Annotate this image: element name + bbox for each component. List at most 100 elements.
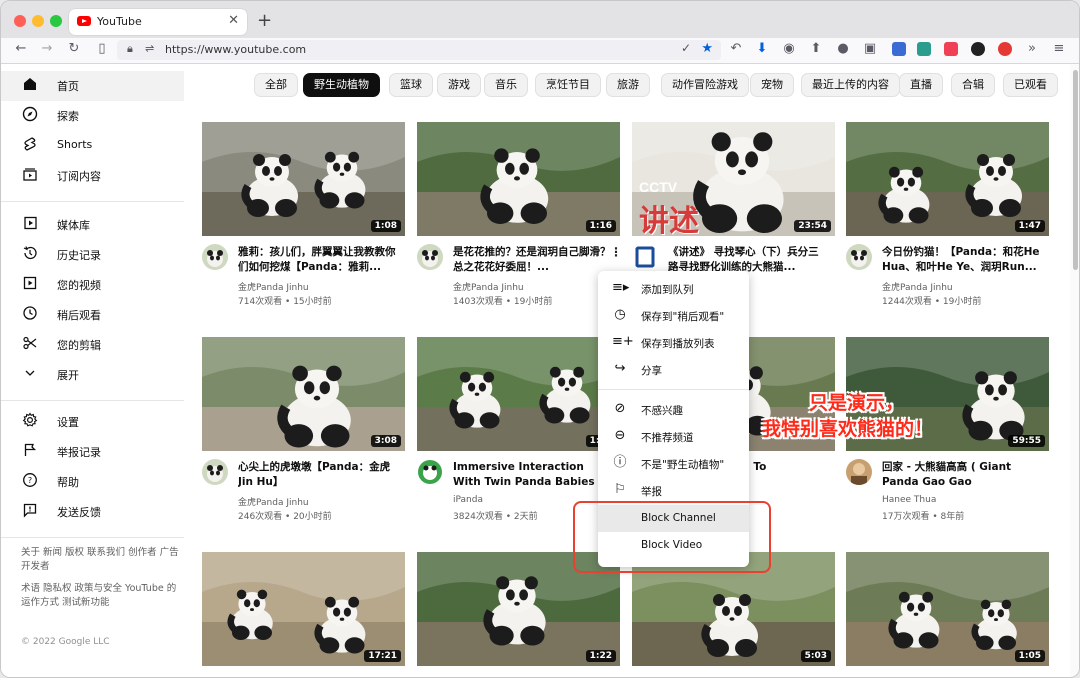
sidebar-item-shorts[interactable]: Shorts [1,131,184,161]
video-thumbnail[interactable]: 1:09 [417,337,620,451]
channel-name[interactable]: iPanda [453,495,483,505]
forward-icon[interactable]: → [38,41,56,56]
filter-chip[interactable]: 已观看 [1003,73,1058,97]
zoom-window-button[interactable] [50,15,62,27]
save-ext-icon[interactable] [917,42,931,56]
sidebar-item-report-history[interactable]: 举报记录 [1,437,184,467]
circle-ext-icon[interactable]: ● [834,41,852,56]
filter-chip[interactable]: 烹饪节目 [535,73,601,97]
video-title[interactable]: Immersive Interaction With Twin Panda Ba… [453,460,613,490]
video-thumbnail[interactable]: 1:05 [846,552,1049,666]
channel-avatar[interactable] [846,459,872,485]
sidebar-item-feedback[interactable]: 发送反馈 [1,497,184,527]
sidebar-item-your-videos[interactable]: 您的视频 [1,270,184,300]
history-back-icon[interactable]: ↶ [727,41,745,56]
video-title[interactable]: 今日份钓猫！【Panda：和花He Hua、和叶He Ye、润玥Run... [882,245,1042,275]
channel-avatar[interactable] [202,459,228,485]
overflow-chevrons-icon[interactable]: » [1023,41,1041,56]
scrollbar-thumb[interactable] [1073,70,1078,270]
sidebar-label: 您的剪辑 [57,339,101,352]
pocket-icon[interactable] [944,42,958,56]
close-window-button[interactable] [14,15,26,27]
channel-avatar[interactable] [846,244,872,270]
footer-links-secondary[interactable]: 术语 隐私权 政策与安全 YouTube 的运作方式 测试新功能 [21,582,181,609]
permissions-icon[interactable]: ⇌ [145,42,154,55]
screenshot-icon[interactable]: ◉ [780,41,798,56]
filter-chips-bar: 全部 野生动植物 篮球 游戏 音乐 烹饪节目 旅游 动作冒险游戏 宠物 最近上传的内容 直播 合辑 已观… [184,64,1070,104]
filter-chip[interactable]: 游戏 [437,73,481,97]
tab-close-icon[interactable]: ✕ [228,13,239,28]
back-icon[interactable]: ← [12,41,30,56]
menu-item-[interactable]: ↪ 分享 [598,356,749,383]
bitwarden-icon[interactable] [892,42,906,56]
more-actions-icon[interactable]: ⋮ [610,245,622,259]
sidebar-item-history[interactable]: 历史记录 [1,240,184,270]
channel-avatar[interactable] [632,244,658,270]
filter-chip[interactable]: 音乐 [484,73,528,97]
menu-item-[interactable]: ⚐ 举报 [598,477,749,504]
channel-name[interactable]: 金虎Panda Jinhu [882,280,953,293]
panda-ext-icon[interactable] [971,42,985,56]
page-scrollbar[interactable] [1070,64,1079,677]
video-title[interactable]: 心尖上的虎墩墩【Panda：金虎Jin Hu】 [238,460,398,490]
filter-chip[interactable]: 篮球 [389,73,433,97]
menu-item-label: 不推荐频道 [641,432,694,444]
filter-chip[interactable]: 合辑 [951,73,995,97]
sidebar-item-explore[interactable]: 探索 [1,101,184,131]
browser-tab-youtube[interactable]: YouTube ✕ [69,9,247,35]
video-title[interactable]: 雅莉：孩儿们，胖翼翼让我教教你们如何挖煤【Panda：雅莉... [238,245,398,275]
menu-item-[interactable]: ⊘ 不感兴趣 [598,396,749,423]
channel-name[interactable]: 金虎Panda Jinhu [453,280,524,293]
rocket-icon[interactable]: ⬆ [807,41,825,56]
video-thumbnail[interactable]: 1:16 [417,122,620,236]
menu-item-[interactable]: ⓘ 不是"野生动植物" [598,450,749,477]
menu-hamburger-icon[interactable]: ≡ [1050,41,1068,56]
sidebar-label: 您的视频 [57,279,101,292]
sidebar-item-library[interactable]: 媒体库 [1,210,184,240]
reload-icon[interactable]: ↻ [65,41,83,56]
sidebar-item-subscriptions[interactable]: 订阅内容 [1,161,184,191]
video-title[interactable]: 回家 - 大熊貓高高 ( Giant Panda Gao Gao Returni… [882,460,1042,490]
video-thumbnail[interactable]: 1:47 [846,122,1049,236]
filter-chip[interactable]: 动作冒险游戏 [661,73,749,97]
new-tab-button[interactable]: + [257,10,272,31]
menu-item-[interactable]: ◷ 保存到"稍后观看" [598,302,749,329]
channel-name[interactable]: 金虎Panda Jinhu [238,280,309,293]
video-thumbnail[interactable]: 3:08 [202,337,405,451]
play-ext-icon[interactable] [998,42,1012,56]
channel-avatar[interactable] [417,244,443,270]
mask-ext-icon[interactable]: ▣ [861,41,879,56]
chevron-down-icon [21,365,39,383]
filter-chip[interactable]: 全部 [254,73,298,97]
sidebar-item-help[interactable]: ? 帮助 [1,467,184,497]
downloads-icon[interactable]: ⬇ [753,41,771,56]
filter-chip[interactable]: 最近上传的内容 [801,73,900,97]
youtube-favicon-icon [77,16,91,26]
bookmark-star-icon[interactable]: ★ [701,41,713,56]
filter-chip[interactable]: 旅游 [606,73,650,97]
sidebar-item-clips[interactable]: 您的剪辑 [1,330,184,360]
channel-name[interactable]: Hanee Thua [882,495,936,505]
filter-chip[interactable]: 直播 [899,73,943,97]
menu-item-[interactable]: ⊖ 不推荐频道 [598,423,749,450]
sidebar-item-home[interactable]: 首页 [1,71,184,101]
sidebar-item-watch-later[interactable]: 稍后观看 [1,300,184,330]
menu-item-[interactable]: ≡▸ 添加到队列 [598,275,749,302]
sidebar-toggle-icon[interactable]: ▯ [93,41,111,56]
video-thumbnail[interactable]: 1:08 [202,122,405,236]
video-thumbnail[interactable]: 17:21 [202,552,405,666]
channel-name[interactable]: 金虎Panda Jinhu [238,495,309,508]
filter-chip[interactable]: 宠物 [750,73,794,97]
sidebar-item-expand[interactable]: 展开 [1,360,184,390]
pocket-check-icon[interactable]: ✓ [681,41,691,55]
video-title[interactable]: 是花花推的？还是润玥自己脚滑？总之花花好委屈！... [453,245,613,275]
channel-avatar[interactable] [417,459,443,485]
menu-item-[interactable]: ≡+ 保存到播放列表 [598,329,749,356]
minimize-window-button[interactable] [32,15,44,27]
channel-avatar[interactable] [202,244,228,270]
sidebar-item-settings[interactable]: 设置 [1,407,184,437]
duration-badge: 1:22 [585,650,616,662]
address-bar[interactable]: 🔒︎ ⇌ https://www.youtube.com ✓ ★ [117,40,721,60]
filter-chip[interactable]: 野生动植物 [303,73,380,97]
footer-links-primary[interactable]: 关于 新闻 版权 联系我们 创作者 广告 开发者 [21,546,181,573]
